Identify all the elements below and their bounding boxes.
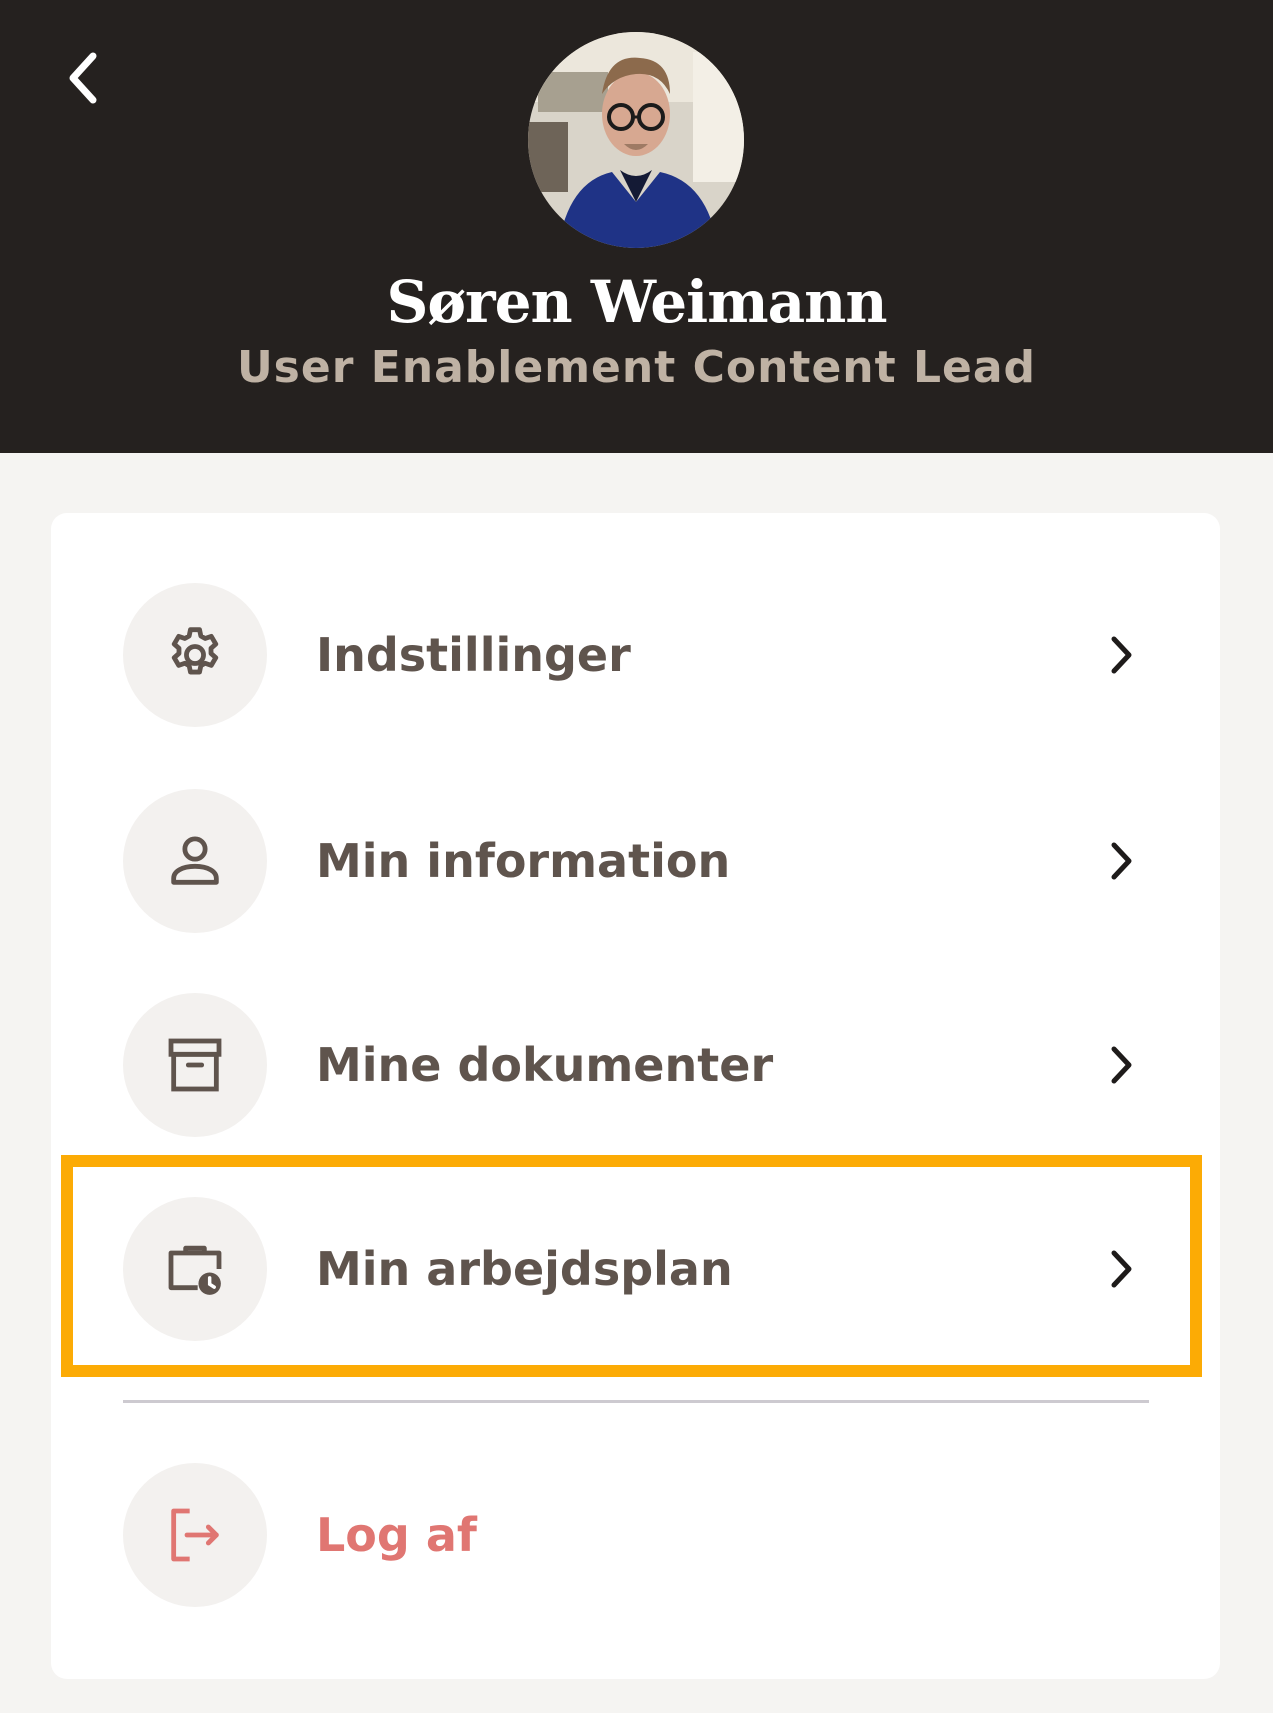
avatar: [528, 32, 744, 248]
archive-box-icon: [168, 1038, 222, 1092]
icon-circle: [123, 1463, 267, 1607]
menu-item-label: Mine dokumenter: [316, 1038, 774, 1092]
briefcase-clock-icon: [168, 1245, 222, 1295]
logout-icon: [171, 1508, 219, 1562]
icon-circle: [123, 993, 267, 1137]
logout-label: Log af: [316, 1508, 477, 1562]
user-name: Søren Weimann: [386, 268, 887, 336]
menu-item-label: Min arbejdsplan: [316, 1242, 733, 1296]
menu-item-my-work-schedule[interactable]: Min arbejdsplan: [51, 1197, 1220, 1341]
gear-icon: [171, 627, 219, 675]
icon-circle: [123, 1197, 267, 1341]
chevron-right-icon: [1091, 1035, 1151, 1095]
profile-header: Søren Weimann User Enablement Content Le…: [0, 0, 1273, 453]
chevron-right-icon: [1091, 831, 1151, 891]
back-button[interactable]: [48, 38, 118, 118]
menu-item-label: Indstillinger: [316, 628, 631, 682]
icon-circle: [123, 583, 267, 727]
menu-item-label: Min information: [316, 834, 731, 888]
menu-item-my-information[interactable]: Min information: [51, 789, 1220, 933]
chevron-left-icon: [69, 52, 97, 104]
icon-circle: [123, 789, 267, 933]
profile-menu-card: Indstillinger Min information Mine dokum…: [51, 513, 1220, 1679]
menu-item-my-documents[interactable]: Mine dokumenter: [51, 993, 1220, 1137]
chevron-right-icon: [1091, 625, 1151, 685]
user-job-title: User Enablement Content Lead: [236, 342, 1037, 393]
menu-divider: [123, 1400, 1149, 1403]
menu-item-settings[interactable]: Indstillinger: [51, 583, 1220, 727]
logout-button[interactable]: Log af: [51, 1463, 1220, 1607]
chevron-right-icon: [1091, 1239, 1151, 1299]
person-icon: [171, 836, 219, 885]
